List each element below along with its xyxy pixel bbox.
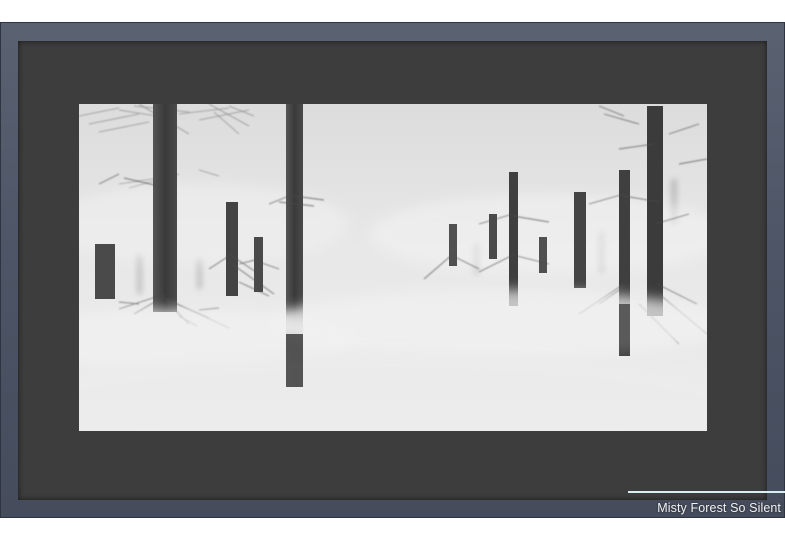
forest-drawing (79, 104, 707, 431)
caption-accent-line (628, 491, 785, 493)
forest-drawing-svg (79, 104, 707, 431)
picture-frame (0, 22, 785, 518)
frame-mat (18, 41, 767, 500)
image-caption: Misty Forest So Silent (657, 501, 781, 515)
